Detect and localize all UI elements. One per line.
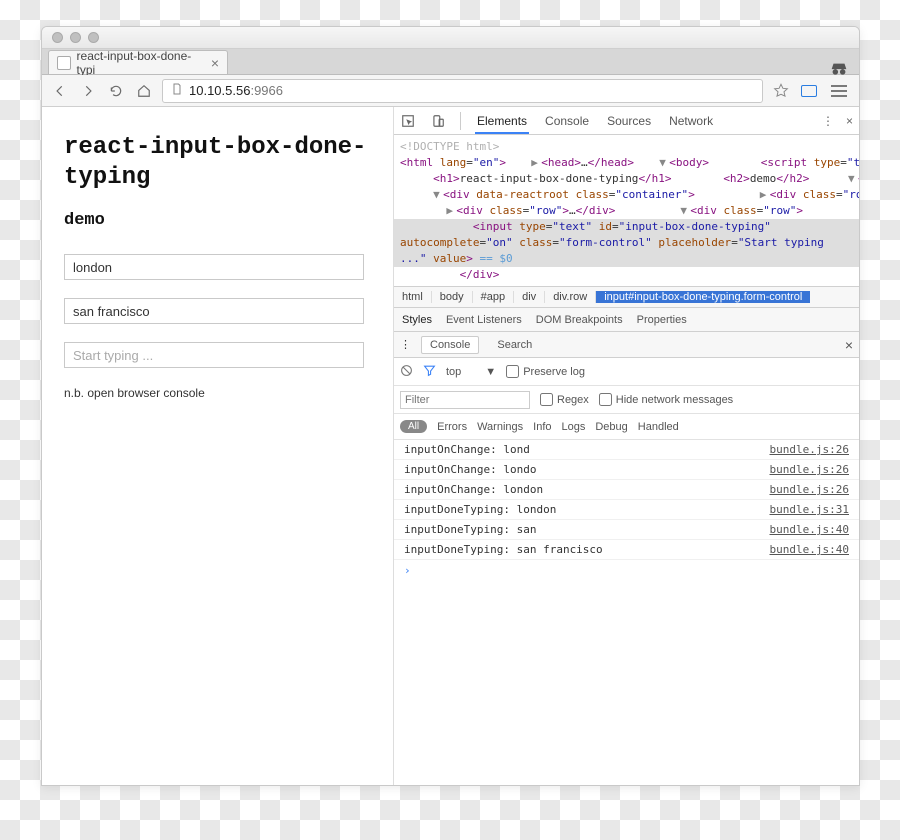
console-more-icon[interactable]: ⋮ [400,338,411,351]
clear-console-icon[interactable] [400,364,413,380]
traffic-light-close[interactable] [52,32,63,43]
back-button[interactable] [50,81,70,101]
device-toggle-icon[interactable] [799,81,819,101]
drawer-close-icon[interactable]: × [845,337,853,353]
log-msg: inputDoneTyping: london [404,503,556,516]
console-filter-input[interactable] [400,391,530,409]
log-source[interactable]: bundle.js:40 [770,543,849,556]
log-row: inputOnChange: london bundle.js:26 [394,480,859,500]
level-all[interactable]: All [400,420,427,433]
styles-tabbar: Styles Event Listeners DOM Breakpoints P… [394,308,859,332]
drawer-tab-console[interactable]: Console [421,336,479,354]
home-button[interactable] [134,81,154,101]
devtools-tabbar: Elements Console Sources Network ⋮ × [394,107,859,135]
log-msg: inputOnChange: lond [404,443,530,456]
log-source[interactable]: bundle.js:26 [770,463,849,476]
level-errors[interactable]: Errors [437,421,467,433]
tab-close-icon[interactable]: × [211,56,219,70]
forward-button[interactable] [78,81,98,101]
elements-tree[interactable]: <!DOCTYPE html> <html lang="en"> ▶<head>… [394,135,859,286]
bookmark-star-icon[interactable] [771,81,791,101]
console-level-tabs: All Errors Warnings Info Logs Debug Hand… [394,414,859,440]
console-toolbar-2: Regex Hide network messages [394,386,859,414]
crumb-app[interactable]: #app [473,291,514,303]
console-toolbar-1: top▼ Preserve log [394,358,859,386]
page-content: react-input-box-done-typing demo n.b. op… [42,107,394,785]
traffic-light-zoom[interactable] [88,32,99,43]
window-titlebar [42,27,859,49]
level-handled[interactable]: Handled [638,421,679,433]
crumb-html[interactable]: html [394,291,432,303]
chevron-down-icon: ▼ [485,366,496,378]
log-source[interactable]: bundle.js:26 [770,483,849,496]
level-info[interactable]: Info [533,421,551,433]
url-host: 10.10.5.56 [189,83,250,98]
file-icon [171,82,183,99]
log-row: inputOnChange: londo bundle.js:26 [394,460,859,480]
console-prompt[interactable]: › [394,560,859,581]
devtools-tab-sources[interactable]: Sources [605,108,653,134]
tab-title: react-input-box-done-typi [77,49,205,77]
input-1[interactable] [64,254,364,280]
browser-window: react-input-box-done-typi × 10.10.5.56:9… [41,26,860,786]
crumb-selected[interactable]: input#input-box-done-typing.form-control [596,291,810,303]
log-row: inputDoneTyping: san bundle.js:40 [394,520,859,540]
page-title: react-input-box-done-typing [64,133,371,193]
crumb-body[interactable]: body [432,291,473,303]
elements-breadcrumb[interactable]: html body #app div div.row input#input-b… [394,286,859,308]
console-drawer: ⋮ Console Search × top▼ Preserve log [394,332,859,785]
inspect-icon[interactable] [400,113,416,129]
subtab-dombreakpoints[interactable]: DOM Breakpoints [536,314,623,326]
hide-network-checkbox[interactable]: Hide network messages [599,393,733,406]
console-log-output[interactable]: inputOnChange: lond bundle.js:26 inputOnC… [394,440,859,785]
log-msg: inputOnChange: londo [404,463,536,476]
devtools-panel: Elements Console Sources Network ⋮ × <!D… [394,107,859,785]
devtools-close-icon[interactable]: × [846,114,853,128]
log-msg: inputOnChange: london [404,483,543,496]
log-source[interactable]: bundle.js:26 [770,443,849,456]
context-selector[interactable]: top▼ [446,366,496,378]
level-logs[interactable]: Logs [562,421,586,433]
incognito-icon [828,60,850,82]
log-row: inputDoneTyping: san francisco bundle.js:… [394,540,859,560]
address-bar[interactable]: 10.10.5.56:9966 [162,79,763,103]
input-3[interactable] [64,342,364,368]
crumb-div[interactable]: div [514,291,545,303]
page-note: n.b. open browser console [64,386,371,400]
log-msg: inputDoneTyping: san francisco [404,543,603,556]
device-icon[interactable] [430,113,446,129]
log-source[interactable]: bundle.js:31 [770,503,849,516]
subtab-styles[interactable]: Styles [402,314,432,326]
preserve-log-checkbox[interactable]: Preserve log [506,365,585,378]
filter-funnel-icon[interactable] [423,364,436,380]
favicon-icon [57,56,71,70]
browser-tab[interactable]: react-input-box-done-typi × [48,50,228,74]
level-debug[interactable]: Debug [595,421,627,433]
page-subtitle: demo [64,211,371,230]
tab-strip: react-input-box-done-typi × [42,49,859,75]
selected-element: <input type="text" id="input-box-done-ty… [394,219,859,267]
devtools-tab-network[interactable]: Network [667,108,715,134]
drawer-tab-search[interactable]: Search [489,337,540,353]
devtools-tab-console[interactable]: Console [543,108,591,134]
devtools-tab-elements[interactable]: Elements [475,108,529,134]
crumb-row[interactable]: div.row [545,291,596,303]
input-2[interactable] [64,298,364,324]
subtab-eventlisteners[interactable]: Event Listeners [446,314,522,326]
url-port: :9966 [250,83,283,98]
log-row: inputDoneTyping: london bundle.js:31 [394,500,859,520]
log-msg: inputDoneTyping: san [404,523,536,536]
log-row: inputOnChange: lond bundle.js:26 [394,440,859,460]
browser-toolbar: 10.10.5.56:9966 [42,75,859,107]
devtools-more-icon[interactable]: ⋮ [822,114,834,128]
regex-checkbox[interactable]: Regex [540,393,589,406]
subtab-properties[interactable]: Properties [637,314,687,326]
traffic-light-minimize[interactable] [70,32,81,43]
log-source[interactable]: bundle.js:40 [770,523,849,536]
console-drawer-tabs: ⋮ Console Search × [394,332,859,358]
level-warnings[interactable]: Warnings [477,421,523,433]
reload-button[interactable] [106,81,126,101]
